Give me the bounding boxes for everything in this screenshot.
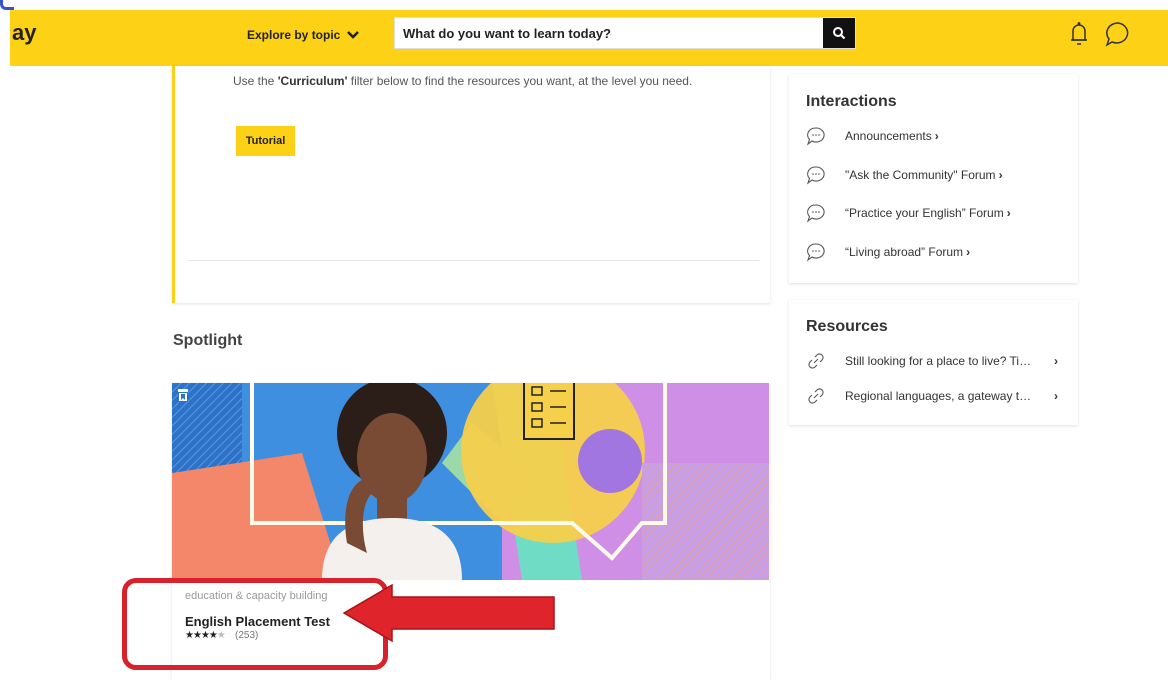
chevron-down-icon: [347, 31, 360, 39]
intro-text: Use the 'Curriculum' filter below to fin…: [233, 74, 693, 88]
speech-bubble-icon: [806, 166, 825, 185]
speech-bubble-icon: [806, 204, 825, 223]
search-input[interactable]: [395, 18, 821, 48]
link-icon: [808, 353, 824, 369]
explore-by-topic-button[interactable]: Explore by topic: [247, 24, 360, 46]
bookmark-icon[interactable]: [178, 389, 188, 402]
interactions-panel: Interactions Announcements › "Ask the Com…: [789, 74, 1078, 283]
resource-item[interactable]: Regional languages, a gateway t… ›: [806, 385, 1066, 407]
search-bar: [394, 17, 856, 49]
chat-icon[interactable]: [1104, 20, 1132, 48]
site-logo[interactable]: ay: [12, 20, 36, 46]
tutorial-button[interactable]: Tutorial: [236, 126, 295, 156]
resources-panel: Resources Still looking for a place to l…: [789, 300, 1078, 425]
speech-bubble-icon: [806, 127, 825, 146]
edge-fragment: [0, 0, 14, 10]
divider: [187, 260, 759, 261]
resource-item[interactable]: Still looking for a place to live? Ti… ›: [806, 350, 1066, 372]
speech-bubble-icon: [806, 243, 825, 262]
bell-icon[interactable]: [1068, 20, 1090, 48]
interaction-item[interactable]: “Living abroad” Forum ›: [806, 241, 1066, 263]
spotlight-heading: Spotlight: [173, 332, 243, 349]
explore-label: Explore by topic: [247, 28, 341, 42]
search-icon: [833, 27, 846, 40]
site-header: ay Explore by topic: [10, 10, 1168, 66]
hero-image: [172, 383, 769, 580]
interactions-heading: Interactions: [806, 93, 897, 110]
search-button[interactable]: [823, 18, 855, 48]
interaction-item[interactable]: “Practice your English” Forum ›: [806, 202, 1066, 224]
interaction-item[interactable]: Announcements ›: [806, 125, 1066, 147]
intro-card: Use the 'Curriculum' filter below to fin…: [172, 66, 770, 303]
interaction-item[interactable]: "Ask the Community" Forum ›: [806, 164, 1066, 186]
resources-heading: Resources: [806, 318, 888, 335]
red-arrow-annotation: [342, 583, 555, 643]
top-strip: [0, 0, 1168, 10]
link-icon: [808, 388, 824, 404]
